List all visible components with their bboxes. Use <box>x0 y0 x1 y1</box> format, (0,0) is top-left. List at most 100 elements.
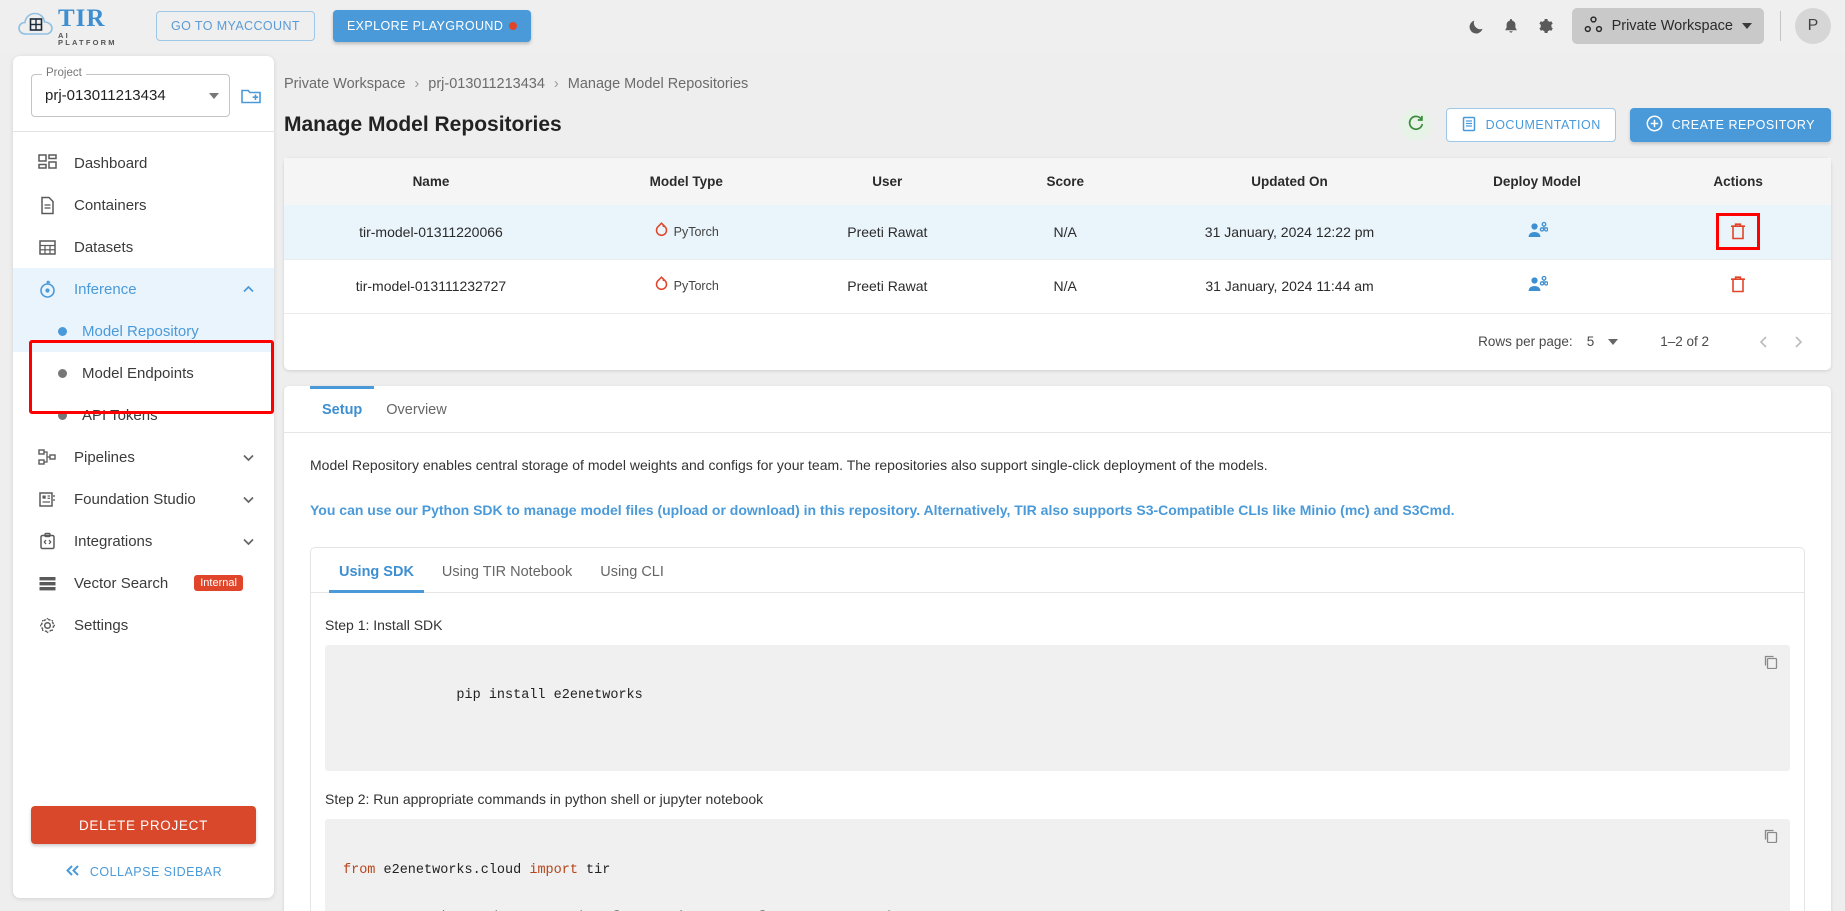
logo-title: TIR <box>58 4 106 32</box>
sidebar-item-inference[interactable]: Inference <box>13 268 274 310</box>
app-logo[interactable]: TIR AI PLATFORM <box>10 6 130 47</box>
explore-playground-button[interactable]: EXPLORE PLAYGROUND <box>332 10 532 42</box>
step1-code-block: pip install e2enetworks <box>325 644 1790 771</box>
code-module: e2enetworks.cloud <box>375 862 530 878</box>
cell-name: tir-model-013111232727 <box>284 259 578 314</box>
chevron-down-icon <box>241 450 256 465</box>
trash-icon[interactable] <box>1729 222 1747 241</box>
chevron-right-icon[interactable] <box>1781 325 1815 359</box>
cell-user: Preeti Rawat <box>794 205 981 260</box>
deploy-model-icon[interactable] <box>1527 275 1548 294</box>
collapse-sidebar-label: COLLAPSE SIDEBAR <box>89 865 223 879</box>
inference-icon <box>37 279 57 299</box>
setup-description: Model Repository enables central storage… <box>310 456 1268 473</box>
studio-icon <box>37 490 57 509</box>
table-row[interactable]: tir-model-013111232727 PyTorch Preeti Ra… <box>284 259 1831 314</box>
sdk-body: Step 1: Install SDK pip install e2enetwo… <box>311 593 1804 911</box>
table-row[interactable]: tir-model-01311220066 PyTorch Preeti Raw… <box>284 205 1831 260</box>
sidebar-item-model-endpoints[interactable]: Model Endpoints <box>13 352 274 394</box>
column-header-deploy-model: Deploy Model <box>1428 158 1646 205</box>
moon-icon[interactable] <box>1460 9 1494 43</box>
go-to-myaccount-button[interactable]: GO TO MYACCOUNT <box>156 11 315 41</box>
cell-user: Preeti Rawat <box>794 259 981 314</box>
sidebar-item-datasets[interactable]: Datasets <box>13 226 274 268</box>
sidebar-item-label: API Tokens <box>82 406 158 424</box>
sidebar-item-model-repository[interactable]: Model Repository <box>13 310 274 352</box>
sdk-instructions-card: Using SDK Using TIR Notebook Using CLI S… <box>310 546 1805 911</box>
cell-actions <box>1645 205 1831 260</box>
sidebar-item-label: Vector Search <box>74 574 169 592</box>
chevron-up-icon <box>241 282 256 297</box>
refresh-icon <box>1407 114 1425 137</box>
breadcrumb-item-workspace[interactable]: Private Workspace <box>284 76 405 92</box>
deploy-model-icon[interactable] <box>1527 221 1548 240</box>
project-select[interactable]: Project prj-013011213434 <box>31 67 230 117</box>
avatar[interactable]: P <box>1795 8 1831 44</box>
copy-icon[interactable] <box>1763 828 1778 843</box>
chevron-down-icon <box>209 92 219 99</box>
top-bar: TIR AI PLATFORM GO TO MYACCOUNT EXPLORE … <box>0 0 1845 52</box>
cell-deploy-model <box>1428 259 1646 314</box>
dashboard-icon <box>37 153 57 173</box>
tab-overview[interactable]: Overview <box>374 386 458 432</box>
cell-deploy-model <box>1428 205 1646 260</box>
sidebar-item-label: Inference <box>74 280 137 298</box>
tab-using-sdk[interactable]: Using SDK <box>325 548 428 593</box>
main-content: Private Workspace › prj-013011213434 › M… <box>284 56 1831 911</box>
code-keyword-import: import <box>529 862 578 878</box>
integrations-icon <box>37 532 57 551</box>
gear-icon <box>37 616 57 635</box>
column-header-name: Name <box>284 158 578 205</box>
page-header: Manage Model Repositories DOCUMENTATION … <box>284 108 1831 142</box>
create-repository-label: CREATE REPOSITORY <box>1671 118 1815 132</box>
workspace-dots-icon <box>1584 15 1603 37</box>
tab-setup[interactable]: Setup <box>310 385 375 432</box>
tab-using-tir-notebook[interactable]: Using TIR Notebook <box>428 548 586 592</box>
folder-add-icon[interactable] <box>240 85 262 107</box>
step1-label: Step 1: Install SDK <box>325 616 443 633</box>
bullet-icon <box>58 410 67 420</box>
app-root: TIR AI PLATFORM GO TO MYACCOUNT EXPLORE … <box>0 0 1845 911</box>
sidebar-item-label: Dashboard <box>74 154 148 172</box>
setup-panel-card: Setup Overview Model Repository enables … <box>284 385 1831 911</box>
create-repository-button[interactable]: CREATE REPOSITORY <box>1629 108 1831 142</box>
pipeline-icon <box>37 448 57 467</box>
sidebar-item-integrations[interactable]: Integrations <box>13 520 274 562</box>
documentation-button[interactable]: DOCUMENTATION <box>1445 108 1616 142</box>
workspace-selector[interactable]: Private Workspace <box>1571 8 1764 44</box>
breadcrumb-item-current: Manage Model Repositories <box>567 76 749 92</box>
sidebar-item-label: Containers <box>74 196 147 214</box>
trash-icon[interactable] <box>1729 275 1747 294</box>
sidebar-item-containers[interactable]: Containers <box>13 184 274 226</box>
project-row: Project prj-013011213434 <box>13 56 274 131</box>
refresh-button[interactable] <box>1399 109 1432 141</box>
plus-circle-icon <box>1646 115 1663 135</box>
documentation-label: DOCUMENTATION <box>1485 118 1601 132</box>
delete-project-button[interactable]: DELETE PROJECT <box>31 806 256 844</box>
sidebar-item-label: Settings <box>74 616 129 634</box>
sidebar-item-dashboard[interactable]: Dashboard <box>13 142 274 184</box>
book-icon <box>1461 116 1477 135</box>
sidebar-item-label: Datasets <box>74 238 134 256</box>
gear-icon[interactable] <box>1528 9 1562 43</box>
chevron-left-icon[interactable] <box>1747 325 1781 359</box>
sidebar-nav: Dashboard Containers Datasets Inference <box>13 132 274 806</box>
sdk-note[interactable]: You can use our Python SDK to manage mod… <box>310 500 1805 521</box>
bell-icon[interactable] <box>1494 9 1528 43</box>
column-header-updated-on: Updated On <box>1150 158 1429 205</box>
repositories-card: Name Model Type User Score Updated On De… <box>284 158 1831 370</box>
bullet-icon <box>58 326 67 336</box>
sidebar-item-pipelines[interactable]: Pipelines <box>13 436 274 478</box>
sidebar-item-settings[interactable]: Settings <box>13 604 274 646</box>
collapse-sidebar-button[interactable]: COLLAPSE SIDEBAR <box>31 864 256 880</box>
rows-per-page-select[interactable]: 5 <box>1587 334 1619 349</box>
list-icon <box>37 574 57 593</box>
breadcrumb-item-project[interactable]: prj-013011213434 <box>428 76 545 92</box>
pagination: Rows per page: 5 1–2 of 2 <box>284 314 1831 370</box>
sidebar-item-foundation-studio[interactable]: Foundation Studio <box>13 478 274 520</box>
copy-icon[interactable] <box>1763 654 1778 669</box>
tab-using-cli[interactable]: Using CLI <box>586 548 678 592</box>
chevron-down-icon <box>1608 338 1619 345</box>
sidebar-item-api-tokens[interactable]: API Tokens <box>13 394 274 436</box>
sidebar-item-vector-search[interactable]: Vector Search Internal <box>13 562 274 604</box>
